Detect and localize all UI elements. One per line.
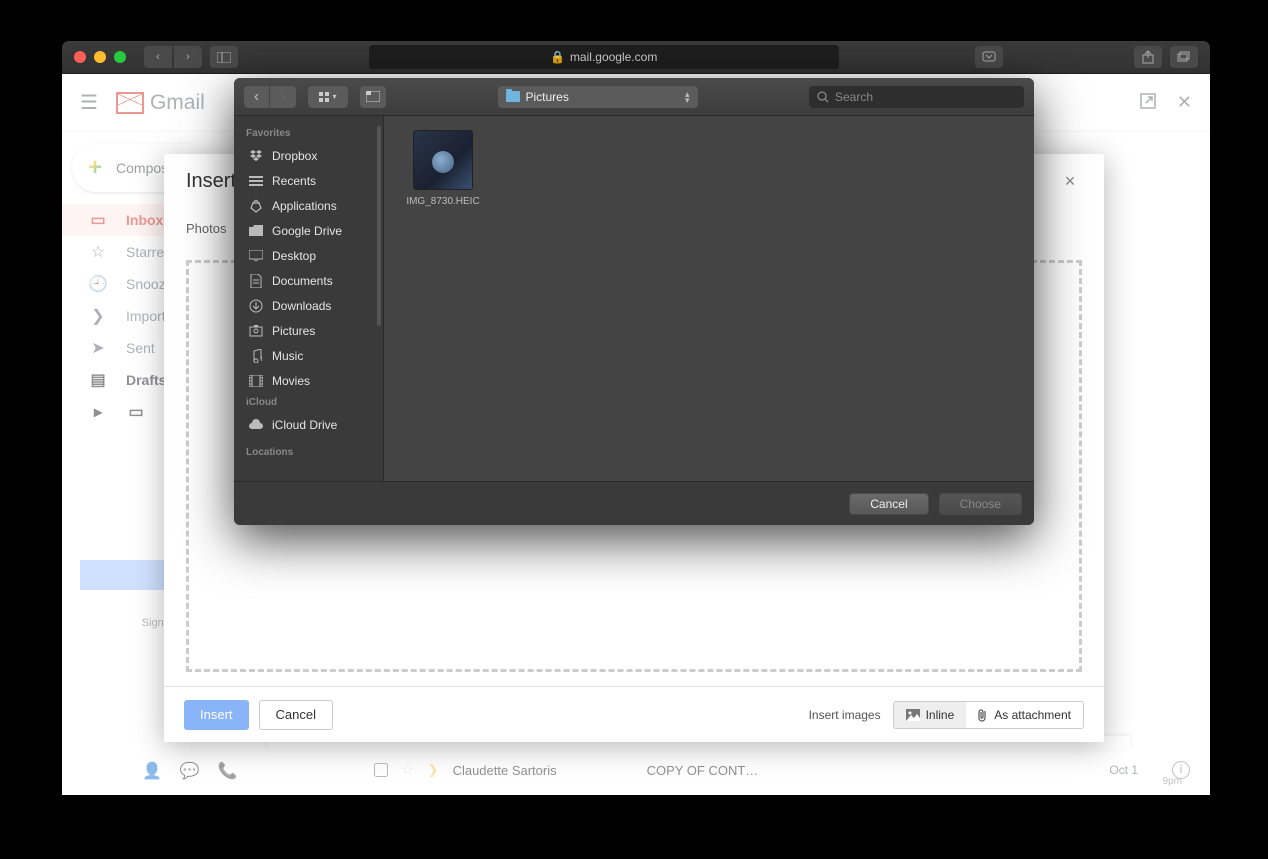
insert-mode-toggle: Inline As attachment <box>893 701 1084 729</box>
close-window-button[interactable] <box>74 51 86 63</box>
group-button[interactable] <box>360 86 386 108</box>
nav-forward-button[interactable]: › <box>174 46 202 68</box>
desktop-icon <box>248 248 264 264</box>
reader-pocket-button[interactable] <box>975 46 1003 68</box>
image-icon <box>906 709 920 721</box>
finder-search-input[interactable]: Search <box>809 86 1024 108</box>
sidebar-recents[interactable]: Recents <box>234 168 383 193</box>
address-bar[interactable]: 🔒 mail.google.com <box>369 45 839 69</box>
inline-mode-button[interactable]: Inline <box>894 702 967 728</box>
sidebar-applications[interactable]: Applications <box>234 193 383 218</box>
minimize-window-button[interactable] <box>94 51 106 63</box>
sidebar-googledrive[interactable]: Google Drive <box>234 218 383 243</box>
view-mode-button[interactable]: ▾ <box>308 86 348 108</box>
pictures-icon <box>248 323 264 339</box>
window-controls <box>74 51 126 63</box>
url-host: mail.google.com <box>570 50 657 64</box>
file-thumbnail <box>413 130 473 190</box>
sidebar-iclouddrive[interactable]: iCloud Drive <box>234 412 383 437</box>
search-icon <box>817 91 829 103</box>
dropdown-arrows-icon: ▴▾ <box>685 91 690 103</box>
cloud-icon <box>248 417 264 433</box>
music-icon <box>248 348 264 364</box>
finder-choose-button[interactable]: Choose <box>939 493 1022 515</box>
finder-sidebar[interactable]: Favorites Dropbox Recents Applications G… <box>234 116 384 481</box>
search-placeholder: Search <box>835 90 873 104</box>
sidebar-dropbox[interactable]: Dropbox <box>234 143 383 168</box>
tabs-button[interactable] <box>1170 46 1198 68</box>
sidebar-pictures[interactable]: Pictures <box>234 318 383 343</box>
finder-toolbar: ‹ › ▾ Pictures ▴▾ Search <box>234 78 1034 116</box>
file-open-dialog: ‹ › ▾ Pictures ▴▾ Search Favorites Dropb… <box>234 78 1034 525</box>
applications-icon <box>248 198 264 214</box>
folder-name-label: Pictures <box>526 90 569 104</box>
insert-images-label: Insert images <box>809 708 881 722</box>
file-item[interactable]: IMG_8730.HEIC <box>398 130 488 207</box>
close-dialog-button[interactable]: × <box>1058 169 1082 193</box>
sidebar-desktop[interactable]: Desktop <box>234 243 383 268</box>
insert-dialog-title: Insert <box>186 170 236 193</box>
downloads-icon <box>248 298 264 314</box>
zoom-window-button[interactable] <box>114 51 126 63</box>
nav-back-button[interactable]: ‹ <box>144 46 172 68</box>
finder-footer: Cancel Choose <box>234 481 1034 525</box>
share-button[interactable] <box>1134 46 1162 68</box>
paperclip-icon <box>978 708 988 722</box>
sidebar-movies[interactable]: Movies <box>234 368 383 393</box>
movies-icon <box>248 373 264 389</box>
folder-location-dropdown[interactable]: Pictures ▴▾ <box>498 86 698 108</box>
insert-button[interactable]: Insert <box>184 700 249 730</box>
favorites-header: Favorites <box>234 124 383 143</box>
safari-toolbar: ‹ › 🔒 mail.google.com <box>62 41 1210 74</box>
finder-forward-button[interactable]: › <box>270 86 296 108</box>
sidebar-documents[interactable]: Documents <box>234 268 383 293</box>
finder-back-button[interactable]: ‹ <box>244 86 270 108</box>
documents-icon <box>248 273 264 289</box>
cancel-insert-button[interactable]: Cancel <box>259 700 333 730</box>
file-name-label: IMG_8730.HEIC <box>406 196 479 207</box>
locations-header: Locations <box>234 443 383 462</box>
sidebar-music[interactable]: Music <box>234 343 383 368</box>
file-grid[interactable]: IMG_8730.HEIC <box>384 116 1034 481</box>
folder-icon <box>506 91 520 102</box>
sidebar-toggle-button[interactable] <box>210 46 238 68</box>
attachment-mode-button[interactable]: As attachment <box>966 702 1083 728</box>
dropbox-icon <box>248 148 264 164</box>
tab-photos[interactable]: Photos <box>186 208 226 248</box>
icloud-header: iCloud <box>234 393 383 412</box>
lock-icon: 🔒 <box>550 50 565 64</box>
folder-icon <box>248 223 264 239</box>
finder-cancel-button[interactable]: Cancel <box>849 493 928 515</box>
recents-icon <box>248 173 264 189</box>
sidebar-downloads[interactable]: Downloads <box>234 293 383 318</box>
